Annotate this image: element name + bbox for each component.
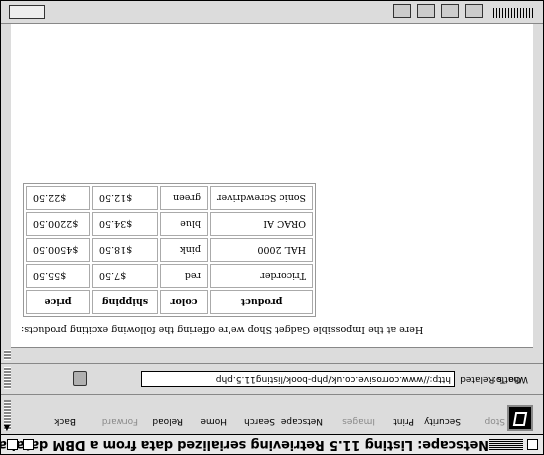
title-bar[interactable]: Netscape: Listing 11.5 Retrieving serial… <box>0 434 543 454</box>
table-row: Sonic Screwdriver green $12.50 $22.50 <box>26 186 314 210</box>
cell-product: HAL 2000 <box>210 238 314 262</box>
search-button[interactable]: Search <box>244 416 275 426</box>
cell-price: $4500.50 <box>26 238 90 262</box>
table-row: ORAC AI blue $34.50 $2200.50 <box>26 212 314 236</box>
back-button[interactable]: Back <box>54 416 76 426</box>
personal-grip[interactable] <box>4 350 11 360</box>
security-lock-icon[interactable] <box>465 4 483 18</box>
reload-button[interactable]: Reload <box>152 416 183 426</box>
window-title: Netscape: Listing 11.5 Retrieving serial… <box>0 437 489 452</box>
header-shipping: shipping <box>92 290 158 314</box>
header-price: price <box>26 290 90 314</box>
url-input[interactable] <box>141 371 455 387</box>
header-color: color <box>160 290 208 314</box>
cell-product: ORAC AI <box>210 212 314 236</box>
products-table: product color shipping price Tricorder r… <box>23 183 317 317</box>
cell-shipping: $7.50 <box>92 264 158 288</box>
page-proxy-icon[interactable] <box>73 371 87 386</box>
table-row: HAL 2000 pink $18.50 $4500.50 <box>26 238 314 262</box>
page-content: Here at the Impossible Gadget Shop we're… <box>11 24 533 348</box>
cell-shipping: $34.50 <box>92 212 158 236</box>
navigator-icon[interactable] <box>393 4 411 18</box>
personal-toolbar <box>1 348 543 362</box>
go-to-label: Go To: <box>493 374 521 384</box>
close-box-icon[interactable] <box>527 439 538 450</box>
print-button[interactable]: Print <box>393 416 414 426</box>
cell-shipping: $18.50 <box>92 238 158 262</box>
cell-color: red <box>160 264 208 288</box>
netscape-logo-icon[interactable] <box>507 405 533 431</box>
cell-product: Sonic Screwdriver <box>210 186 314 210</box>
cell-product: Tricorder <box>210 264 314 288</box>
mail-icon[interactable] <box>441 4 459 18</box>
cell-price: $2200.50 <box>26 212 90 236</box>
cell-shipping: $12.50 <box>92 186 158 210</box>
cell-price: $22.50 <box>26 186 90 210</box>
table-header-row: product color shipping price <box>26 290 314 314</box>
cell-price: $55.50 <box>26 264 90 288</box>
resize-grip-icon[interactable] <box>493 8 533 18</box>
location-bar: What's Related Go To: <box>1 363 543 393</box>
cell-color: blue <box>160 212 208 236</box>
table-row: Tricorder red $7.50 $55.50 <box>26 264 314 288</box>
online-status-icon[interactable] <box>9 5 45 19</box>
composer-icon[interactable] <box>417 4 435 18</box>
cell-color: pink <box>160 238 208 262</box>
collapse-box-icon[interactable] <box>7 439 18 450</box>
netscape-button[interactable]: Netscape <box>281 416 323 426</box>
location-grip[interactable] <box>4 367 11 389</box>
stop-button[interactable]: Stop <box>485 416 505 426</box>
status-bar <box>1 1 543 24</box>
home-button[interactable]: Home <box>200 416 227 426</box>
forward-button[interactable]: Forward <box>102 416 138 426</box>
zoom-box-icon[interactable] <box>23 439 34 450</box>
toolbar-collapse-arrow-icon[interactable]: ▲ <box>4 424 10 433</box>
intro-text: Here at the Impossible Gadget Shop we're… <box>21 324 424 335</box>
cell-color: green <box>160 186 208 210</box>
header-product: product <box>210 290 314 314</box>
security-button[interactable]: Security <box>424 416 461 426</box>
images-button[interactable]: Images <box>342 416 375 426</box>
navigation-toolbar: Stop Security Print Images Netscape Sear… <box>1 394 543 434</box>
browser-window: Netscape: Listing 11.5 Retrieving serial… <box>0 0 544 455</box>
